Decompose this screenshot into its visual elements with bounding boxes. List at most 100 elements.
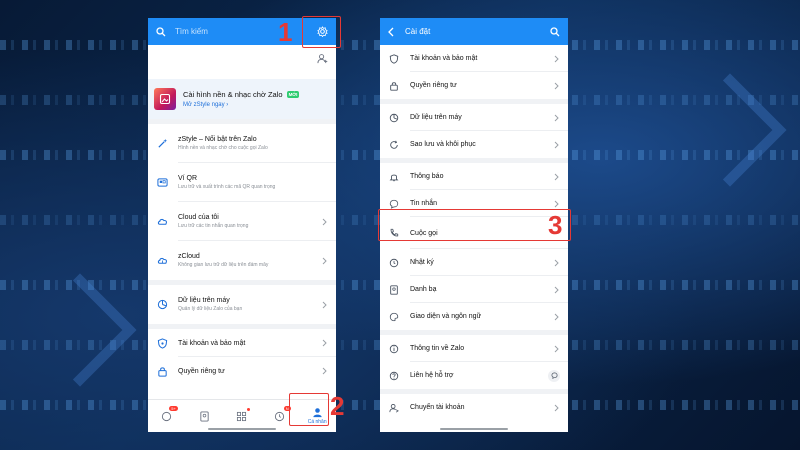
chevron-right-icon xyxy=(554,259,560,267)
search-icon[interactable] xyxy=(549,26,561,38)
settings-item-label: Nhật ký xyxy=(410,259,434,266)
shield-icon xyxy=(156,337,168,349)
chat-bubble-icon xyxy=(388,198,400,210)
menu-item-label: zCloud xyxy=(178,253,200,260)
menu-item-label: Tài khoản và bảo mật xyxy=(178,339,246,347)
palette-icon xyxy=(388,311,400,323)
highlight-profile-tab xyxy=(289,393,329,426)
magic-wand-icon xyxy=(156,138,168,150)
page-title: Cài đặt xyxy=(405,27,431,36)
menu-item-zcloud[interactable]: zCloud Không gian lưu trữ dữ liệu trên đ… xyxy=(148,241,336,280)
settings-item-label: Chuyển tài khoản xyxy=(410,404,465,411)
menu-item-qr-wallet[interactable]: Ví QR Lưu trữ và xuất trình các mã QR qu… xyxy=(148,163,336,202)
settings-item-timeline[interactable]: Nhật ký xyxy=(380,249,568,276)
menu-item-subtitle: Lưu trữ và xuất trình các mã QR quan trọ… xyxy=(178,184,276,190)
search-icon[interactable] xyxy=(155,26,167,38)
chevron-right-icon xyxy=(554,114,560,122)
settings-item-label: Dữ liệu trên máy xyxy=(410,114,462,121)
profile-screen: Tìm kiếm Cài hình nền & nhạc chờ Zalo MỚI… xyxy=(148,18,336,432)
menu-item-account-security[interactable]: Tài khoản và bảo mật xyxy=(148,329,336,357)
search-input[interactable]: Tìm kiếm xyxy=(175,27,315,36)
zstyle-banner[interactable]: Cài hình nền & nhạc chờ Zalo MỚI Mở zStyl… xyxy=(148,79,336,119)
settings-item-contacts[interactable]: Danh bạ xyxy=(380,276,568,303)
menu-item-device-data[interactable]: Dữ liệu trên máy Quản lý dữ liệu Zalo củ… xyxy=(148,285,336,324)
menu-item-label: Ví QR xyxy=(178,175,198,182)
top-bar: Cài đặt xyxy=(380,18,568,45)
sync-icon xyxy=(388,139,400,151)
step-number-2: 2 xyxy=(330,391,345,421)
settings-item-account-security[interactable]: Tài khoản và bảo mật xyxy=(380,45,568,72)
nav-contacts[interactable] xyxy=(192,404,216,428)
settings-item-label: Tài khoản và bảo mật xyxy=(410,55,478,62)
switch-account-icon xyxy=(388,402,400,414)
contacts-icon xyxy=(200,410,209,422)
cloud-icon xyxy=(156,216,168,228)
chevron-right-icon xyxy=(322,257,328,265)
dot-badge xyxy=(246,408,250,411)
home-indicator xyxy=(440,428,508,430)
step-number-1: 1 xyxy=(278,17,293,47)
lock-icon xyxy=(156,365,168,377)
help-icon xyxy=(388,370,400,382)
chevron-right-icon xyxy=(322,367,328,375)
add-account-row xyxy=(148,45,336,75)
chevron-right-icon xyxy=(322,339,328,347)
chevron-right-icon xyxy=(554,82,560,90)
settings-item-contact-support[interactable]: Liên hệ hỗ trợ xyxy=(380,362,568,389)
add-account-icon[interactable] xyxy=(317,51,328,69)
nav-discover[interactable] xyxy=(230,404,254,428)
back-arrow-icon[interactable] xyxy=(387,27,397,37)
menu-item-subtitle: Không gian lưu trữ dữ liệu trên đám mây xyxy=(178,262,269,268)
pie-chart-icon xyxy=(156,299,168,311)
settings-item-appearance-language[interactable]: Giao diện và ngôn ngữ xyxy=(380,303,568,330)
banner-link[interactable]: Mở zStyle ngay xyxy=(183,102,225,108)
nav-timeline[interactable]: N xyxy=(268,404,292,428)
chevron-right-icon xyxy=(554,404,560,412)
new-badge: MỚI xyxy=(286,91,300,98)
chevron-right-icon xyxy=(554,141,560,149)
menu-item-label: Quyền riêng tư xyxy=(178,367,225,375)
settings-item-device-data[interactable]: Dữ liệu trên máy xyxy=(380,104,568,131)
home-indicator xyxy=(208,428,276,430)
menu-item-my-cloud[interactable]: Cloud của tôi Lưu trữ các tin nhắn quan … xyxy=(148,202,336,241)
chevron-right-icon xyxy=(554,313,560,321)
unread-badge: 5+ xyxy=(169,406,178,411)
menu-item-label: zStyle – Nổi bật trên Zalo xyxy=(178,136,257,143)
nav-messages[interactable]: 5+ xyxy=(155,404,179,428)
settings-item-label: Giao diện và ngôn ngữ xyxy=(410,313,482,320)
settings-item-label: Sao lưu và khôi phục xyxy=(410,141,476,148)
clock-icon xyxy=(388,257,400,269)
banner-title: Cài hình nền & nhạc chờ Zalo xyxy=(183,90,283,99)
chat-support-icon[interactable] xyxy=(548,369,560,382)
settings-item-label: Thông báo xyxy=(410,173,444,180)
highlight-calls-item xyxy=(378,209,571,241)
zstyle-thumbnail-icon xyxy=(154,88,176,110)
menu-item-zstyle[interactable]: zStyle – Nổi bật trên Zalo Hình nền và n… xyxy=(148,124,336,163)
settings-item-notifications[interactable]: Thông báo xyxy=(380,163,568,190)
settings-item-label: Liên hệ hỗ trợ xyxy=(410,372,454,379)
menu-item-subtitle: Lưu trữ các tin nhắn quan trọng xyxy=(178,223,249,229)
pie-chart-icon xyxy=(388,112,400,124)
chevron-right-icon xyxy=(554,55,560,63)
chevron-right-icon xyxy=(322,218,328,226)
settings-item-label: Thông tin về Zalo xyxy=(410,345,465,352)
qr-wallet-icon xyxy=(156,177,168,189)
settings-item-label: Quyền riêng tư xyxy=(410,82,457,89)
settings-item-about-zalo[interactable]: Thông tin về Zalo xyxy=(380,335,568,362)
chat-bubble-icon xyxy=(162,411,172,421)
lock-icon xyxy=(388,80,400,92)
settings-item-label: Tin nhắn xyxy=(410,200,437,207)
menu-item-privacy[interactable]: Quyền riêng tư xyxy=(148,357,336,385)
chevron-right-icon: › xyxy=(226,102,229,108)
settings-item-backup-restore[interactable]: Sao lưu và khôi phục xyxy=(380,131,568,158)
chevron-right-icon xyxy=(554,286,560,294)
bell-icon xyxy=(388,171,400,183)
shield-icon xyxy=(388,53,400,65)
settings-item-label: Danh bạ xyxy=(410,286,437,293)
grid-icon xyxy=(237,411,247,421)
info-icon xyxy=(388,343,400,355)
settings-item-switch-account[interactable]: Chuyển tài khoản xyxy=(380,394,568,421)
clock-icon xyxy=(274,411,285,421)
settings-item-privacy[interactable]: Quyền riêng tư xyxy=(380,72,568,99)
menu-item-subtitle: Hình nền và nhạc chờ cho cuộc gọi Zalo xyxy=(178,145,268,151)
